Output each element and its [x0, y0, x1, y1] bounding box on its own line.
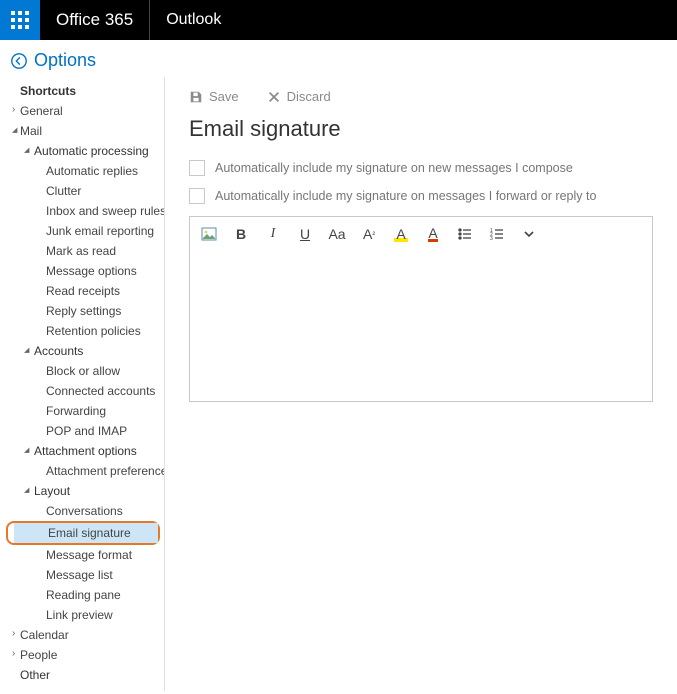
back-arrow-icon [10, 52, 28, 70]
save-icon [189, 90, 203, 104]
sidebar-message-format[interactable]: Message format [12, 545, 164, 565]
save-label: Save [209, 89, 239, 104]
more-options-button[interactable] [520, 225, 538, 243]
sidebar-auto-replies[interactable]: Automatic replies [12, 161, 164, 181]
checkbox-include-reply[interactable] [189, 188, 205, 204]
sidebar-pop-imap[interactable]: POP and IMAP [12, 421, 164, 441]
sidebar-inbox-rules[interactable]: Inbox and sweep rules [12, 201, 164, 221]
sidebar-layout[interactable]: Layout [12, 481, 164, 501]
options-label: Options [34, 50, 96, 71]
highlight-button[interactable]: A [392, 225, 410, 243]
sidebar-accounts[interactable]: Accounts [12, 341, 164, 361]
sidebar-junk[interactable]: Junk email reporting [12, 221, 164, 241]
sidebar-retention[interactable]: Retention policies [12, 321, 164, 341]
signature-editor[interactable]: B I U Aa A² A A 123 [189, 216, 653, 402]
app-launcher-icon[interactable] [0, 0, 40, 40]
sidebar-block-allow[interactable]: Block or allow [12, 361, 164, 381]
page-title: Email signature [189, 116, 653, 142]
sidebar-attach-prefs[interactable]: Attachment preferences [12, 461, 164, 481]
sidebar-reading-pane[interactable]: Reading pane [12, 585, 164, 605]
sidebar-connected-accounts[interactable]: Connected accounts [12, 381, 164, 401]
sidebar-link-preview[interactable]: Link preview [12, 605, 164, 625]
sidebar-conversations[interactable]: Conversations [12, 501, 164, 521]
bold-button[interactable]: B [232, 225, 250, 243]
discard-label: Discard [287, 89, 331, 104]
font-color-button[interactable]: A [424, 225, 442, 243]
sidebar-reply-settings[interactable]: Reply settings [12, 301, 164, 321]
sidebar-clutter[interactable]: Clutter [12, 181, 164, 201]
options-sidebar: Shortcuts General Mail Automatic process… [0, 77, 165, 691]
sidebar-mail[interactable]: Mail [12, 121, 164, 141]
insert-image-icon[interactable] [200, 225, 218, 243]
editor-toolbar: B I U Aa A² A A 123 [190, 217, 652, 251]
discard-button[interactable]: Discard [267, 89, 331, 104]
bullet-list-button[interactable] [456, 225, 474, 243]
back-options[interactable]: Options [0, 40, 677, 77]
highlight-annotation: Email signature [6, 521, 160, 545]
svg-text:3: 3 [490, 236, 493, 242]
brand-label: Office 365 [40, 10, 149, 30]
checkbox-include-reply-label: Automatically include my signature on me… [215, 189, 596, 203]
superscript-button[interactable]: A² [360, 225, 378, 243]
sidebar-people[interactable]: People [12, 645, 164, 665]
checkbox-include-new-label: Automatically include my signature on ne… [215, 161, 573, 175]
number-list-button[interactable]: 123 [488, 225, 506, 243]
app-label: Outlook [149, 0, 237, 40]
sidebar-email-signature[interactable]: Email signature [14, 523, 158, 543]
save-button[interactable]: Save [189, 89, 239, 104]
sidebar-calendar[interactable]: Calendar [12, 625, 164, 645]
sidebar-mark-read[interactable]: Mark as read [12, 241, 164, 261]
discard-icon [267, 90, 281, 104]
sidebar-message-list[interactable]: Message list [12, 565, 164, 585]
sidebar-shortcuts[interactable]: Shortcuts [12, 81, 164, 101]
font-size-button[interactable]: Aa [328, 225, 346, 243]
italic-button[interactable]: I [264, 225, 282, 243]
sidebar-general[interactable]: General [12, 101, 164, 121]
checkbox-include-new[interactable] [189, 160, 205, 176]
content-pane: Save Discard Email signature Automatical… [165, 77, 677, 691]
sidebar-attach-options[interactable]: Attachment options [12, 441, 164, 461]
sidebar-message-options[interactable]: Message options [12, 261, 164, 281]
sidebar-auto-processing[interactable]: Automatic processing [12, 141, 164, 161]
sidebar-forwarding[interactable]: Forwarding [12, 401, 164, 421]
sidebar-other[interactable]: Other [12, 665, 164, 685]
underline-button[interactable]: U [296, 225, 314, 243]
sidebar-read-receipts[interactable]: Read receipts [12, 281, 164, 301]
